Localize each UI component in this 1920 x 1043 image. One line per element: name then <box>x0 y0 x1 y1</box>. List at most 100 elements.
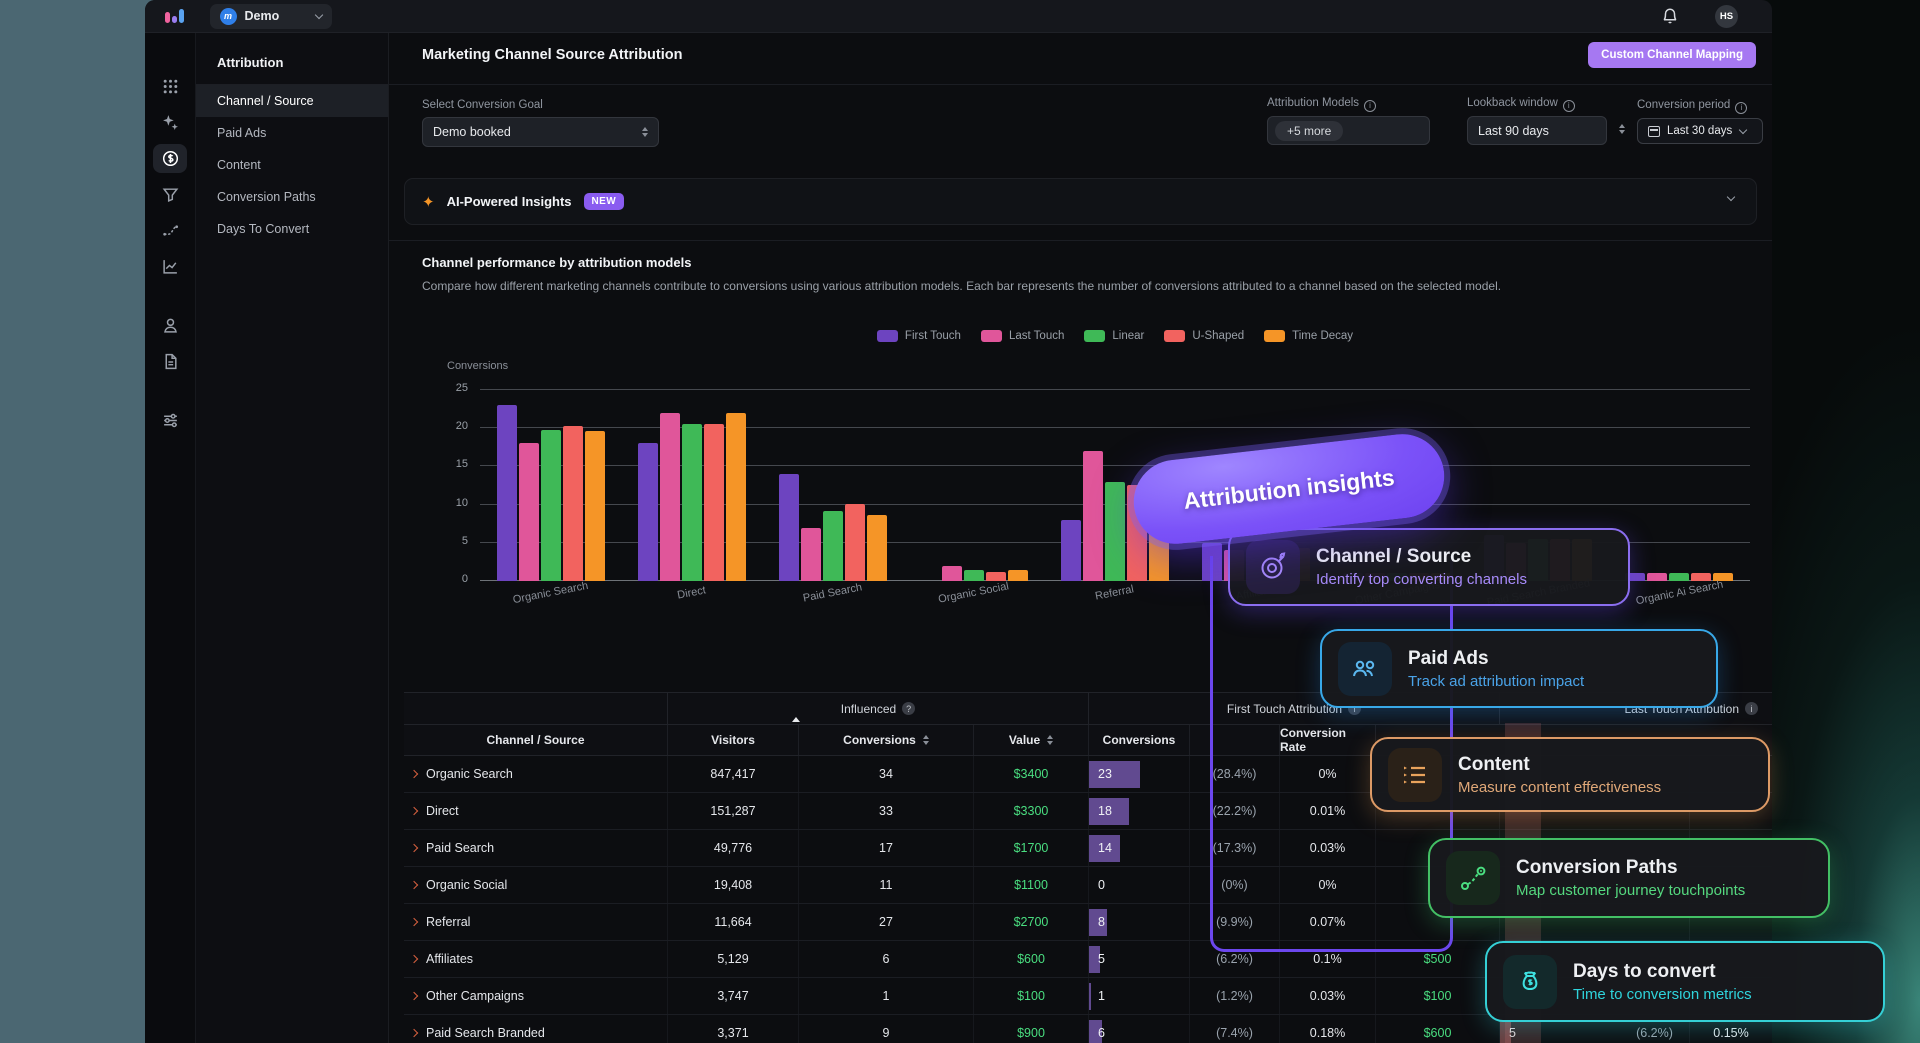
bar[interactable] <box>964 570 984 581</box>
expand-chevron-icon[interactable] <box>410 1029 418 1037</box>
ai-insights-bar[interactable]: ✦ AI-Powered Insights NEW <box>404 178 1757 225</box>
sort-ascending-icon[interactable] <box>792 717 800 722</box>
chevron-down-icon[interactable] <box>1727 193 1735 201</box>
bar-group-organic-search <box>480 385 621 581</box>
help-icon[interactable]: ? <box>902 702 915 715</box>
bar[interactable] <box>801 528 821 581</box>
people-icon <box>1338 642 1392 696</box>
bar[interactable] <box>541 430 561 581</box>
legend-item[interactable]: Linear <box>1084 330 1144 342</box>
legend-item[interactable]: First Touch <box>877 330 961 342</box>
expand-chevron-icon[interactable] <box>410 770 418 778</box>
sidebar-item-paid-ads[interactable]: Paid Ads <box>196 117 388 149</box>
list-icon <box>1388 748 1442 802</box>
legend-swatch <box>877 330 898 342</box>
expand-chevron-icon[interactable] <box>410 844 418 852</box>
report-icon[interactable] <box>153 347 187 376</box>
bar[interactable] <box>1083 451 1103 581</box>
col-ft-conversions[interactable]: Conversions <box>1089 725 1190 755</box>
ai-insights-title: AI-Powered Insights <box>447 194 572 209</box>
info-icon[interactable]: i <box>1735 102 1747 114</box>
legend-item[interactable]: Last Touch <box>981 330 1064 342</box>
sparkles-icon[interactable] <box>153 108 187 137</box>
workspace-switcher[interactable]: m Demo <box>210 4 332 29</box>
trend-chart-icon[interactable] <box>153 252 187 281</box>
bar[interactable] <box>660 413 680 581</box>
bar[interactable] <box>823 511 843 581</box>
ft-conversions-cell: 5 <box>1089 941 1190 977</box>
bar[interactable] <box>1691 573 1711 581</box>
bar[interactable] <box>563 426 583 581</box>
bar[interactable] <box>1647 573 1667 581</box>
bar[interactable] <box>942 566 962 581</box>
attribution-models-select[interactable]: +5 more <box>1267 116 1430 145</box>
bar[interactable] <box>1669 573 1689 581</box>
expand-chevron-icon[interactable] <box>410 918 418 926</box>
callout-conversion-paths[interactable]: Conversion PathsMap customer journey tou… <box>1428 838 1830 918</box>
expand-chevron-icon[interactable] <box>410 807 418 815</box>
custom-channel-mapping-button[interactable]: Custom Channel Mapping <box>1588 42 1756 68</box>
channel-name: Paid Search <box>404 830 668 866</box>
bar-group-organic-social <box>903 385 1044 581</box>
grid-icon[interactable] <box>153 72 187 101</box>
user-avatar[interactable]: HS <box>1715 5 1738 28</box>
expand-chevron-icon[interactable] <box>410 992 418 1000</box>
bar[interactable] <box>845 504 865 581</box>
bar[interactable] <box>585 431 605 581</box>
legend-swatch <box>1264 330 1285 342</box>
info-icon[interactable]: i <box>1563 100 1575 112</box>
top-bar: m Demo HS <box>145 0 1772 33</box>
bar[interactable] <box>867 515 887 581</box>
y-tick-label: 25 <box>438 382 468 394</box>
bar[interactable] <box>1105 482 1125 581</box>
conversion-period-select[interactable]: Last 30 days <box>1637 118 1763 144</box>
bar[interactable] <box>638 443 658 581</box>
legend-item[interactable]: U-Shaped <box>1164 330 1244 342</box>
notifications-bell-icon[interactable] <box>1661 7 1679 25</box>
col-value[interactable]: Value <box>974 725 1089 755</box>
bar-group-paid-search <box>762 385 903 581</box>
sort-icon[interactable] <box>923 735 929 745</box>
col-visitors[interactable]: Visitors <box>668 725 799 755</box>
col-conversions[interactable]: Conversions <box>799 725 974 755</box>
bar[interactable] <box>779 474 799 581</box>
callout-channel-source[interactable]: Channel / SourceIdentify top converting … <box>1228 528 1630 606</box>
icon-rail <box>145 33 196 1043</box>
bar[interactable] <box>986 572 1006 581</box>
sliders-icon[interactable] <box>153 406 187 435</box>
bar[interactable] <box>497 405 517 581</box>
bar[interactable] <box>1061 520 1081 581</box>
chart-description: Compare how different marketing channels… <box>422 279 1501 293</box>
sort-icon[interactable] <box>1047 735 1053 745</box>
legend-item[interactable]: Time Decay <box>1264 330 1353 342</box>
divider <box>389 240 1772 241</box>
conversion-goal-select[interactable]: Demo booked <box>422 117 659 147</box>
col-ft-pct[interactable] <box>1190 725 1280 755</box>
sidebar-item-channel-source[interactable]: Channel / Source <box>196 85 388 117</box>
callout-days-to-convert[interactable]: Days to convertTime to conversion metric… <box>1485 941 1885 1022</box>
lookback-stepper-icon[interactable] <box>1619 124 1625 134</box>
expand-chevron-icon[interactable] <box>410 955 418 963</box>
info-icon[interactable]: i <box>1745 702 1758 715</box>
sidebar-item-days-to-convert[interactable]: Days To Convert <box>196 213 388 245</box>
bar[interactable] <box>726 413 746 581</box>
select-stepper-icon <box>642 127 648 137</box>
flows-icon[interactable] <box>153 216 187 245</box>
funnel-icon[interactable] <box>153 180 187 209</box>
bar[interactable] <box>519 443 539 581</box>
col-channel-source[interactable]: Channel / Source <box>404 725 668 755</box>
person-icon[interactable] <box>153 311 187 340</box>
lookback-window-select[interactable]: Last 90 days <box>1467 116 1607 145</box>
bar[interactable] <box>1202 543 1222 581</box>
channel-name: Other Campaigns <box>404 978 668 1014</box>
expand-chevron-icon[interactable] <box>410 881 418 889</box>
callout-paid-ads[interactable]: Paid AdsTrack ad attribution impact <box>1320 629 1718 708</box>
sidebar-item-content[interactable]: Content <box>196 149 388 181</box>
bar[interactable] <box>682 424 702 581</box>
bar[interactable] <box>704 424 724 581</box>
info-icon[interactable]: i <box>1364 100 1376 112</box>
callout-content[interactable]: ContentMeasure content effectiveness <box>1370 737 1770 812</box>
sidebar-item-conversion-paths[interactable]: Conversion Paths <box>196 181 388 213</box>
col-ft-rate[interactable]: Conversion Rate <box>1280 725 1376 755</box>
attribution-dollar-icon[interactable] <box>153 144 187 173</box>
